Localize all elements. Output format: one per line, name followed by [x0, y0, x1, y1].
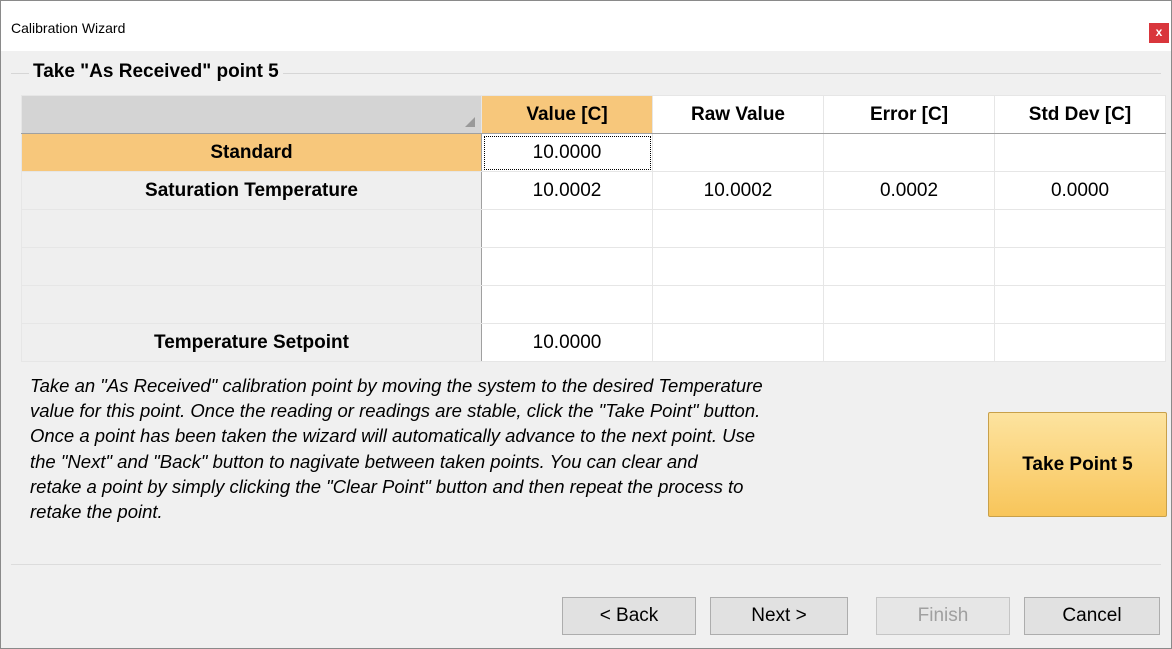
- instructions-text: Take an "As Received" calibration point …: [30, 375, 763, 523]
- sort-triangle-icon: [465, 117, 475, 127]
- grid-cell[interactable]: [652, 247, 824, 286]
- table-row: [21, 209, 1166, 248]
- grid-cell[interactable]: [481, 285, 653, 324]
- grid-cell[interactable]: [994, 323, 1166, 362]
- separator: [11, 564, 1161, 565]
- column-header-std-dev[interactable]: Std Dev [C]: [994, 95, 1166, 134]
- table-row: [21, 285, 1166, 324]
- back-button[interactable]: < Back: [562, 597, 696, 635]
- table-row: Standard 10.0000: [21, 133, 1166, 172]
- grid-cell[interactable]: [994, 133, 1166, 172]
- row-header[interactable]: [21, 247, 482, 286]
- finish-button[interactable]: Finish: [876, 597, 1010, 635]
- grid-cell[interactable]: [823, 133, 995, 172]
- table-row: Saturation Temperature 10.0002 10.0002 0…: [21, 171, 1166, 210]
- grid-cell[interactable]: [823, 285, 995, 324]
- grid-cell[interactable]: 10.0002: [652, 171, 824, 210]
- grid-cell[interactable]: [823, 247, 995, 286]
- column-header-error[interactable]: Error [C]: [823, 95, 995, 134]
- grid-cell[interactable]: [481, 209, 653, 248]
- title-bar: Calibration Wizard x: [1, 1, 1171, 51]
- grid-cell[interactable]: 10.0000: [481, 133, 653, 172]
- grid-cell[interactable]: [994, 209, 1166, 248]
- table-row: [21, 247, 1166, 286]
- next-button[interactable]: Next >: [710, 597, 848, 635]
- row-header[interactable]: Temperature Setpoint: [21, 323, 482, 362]
- grid-cell[interactable]: [823, 323, 995, 362]
- grid-cell[interactable]: [823, 209, 995, 248]
- grid-cell[interactable]: [652, 285, 824, 324]
- grid-cell[interactable]: 10.0002: [481, 171, 653, 210]
- grid-cell[interactable]: [994, 247, 1166, 286]
- grid-cell[interactable]: 0.0000: [994, 171, 1166, 210]
- calibration-grid: Value [C] Raw Value Error [C] Std Dev [C…: [21, 95, 1166, 362]
- grid-cell[interactable]: 0.0002: [823, 171, 995, 210]
- grid-cell[interactable]: [652, 133, 824, 172]
- grid-cell[interactable]: [994, 285, 1166, 324]
- grid-header-row: Value [C] Raw Value Error [C] Std Dev [C…: [21, 95, 1166, 134]
- cancel-button[interactable]: Cancel: [1024, 597, 1160, 635]
- close-button[interactable]: x: [1149, 23, 1169, 43]
- grid-cell[interactable]: [652, 209, 824, 248]
- row-header[interactable]: [21, 209, 482, 248]
- column-header-value[interactable]: Value [C]: [481, 95, 653, 134]
- take-point-button[interactable]: Take Point 5: [988, 412, 1167, 517]
- row-header[interactable]: [21, 285, 482, 324]
- row-header[interactable]: Saturation Temperature: [21, 171, 482, 210]
- row-header[interactable]: Standard: [21, 133, 482, 172]
- grid-cell[interactable]: 10.0000: [481, 323, 653, 362]
- table-row: Temperature Setpoint 10.0000: [21, 323, 1166, 362]
- group-title: Take "As Received" point 5: [29, 61, 283, 83]
- grid-cell[interactable]: [652, 323, 824, 362]
- calibration-wizard-window: Calibration Wizard x Take "As Received" …: [0, 0, 1172, 649]
- grid-cell[interactable]: [481, 247, 653, 286]
- column-header-raw-value[interactable]: Raw Value: [652, 95, 824, 134]
- window-title: Calibration Wizard: [11, 20, 126, 36]
- grid-corner-cell[interactable]: [21, 95, 482, 134]
